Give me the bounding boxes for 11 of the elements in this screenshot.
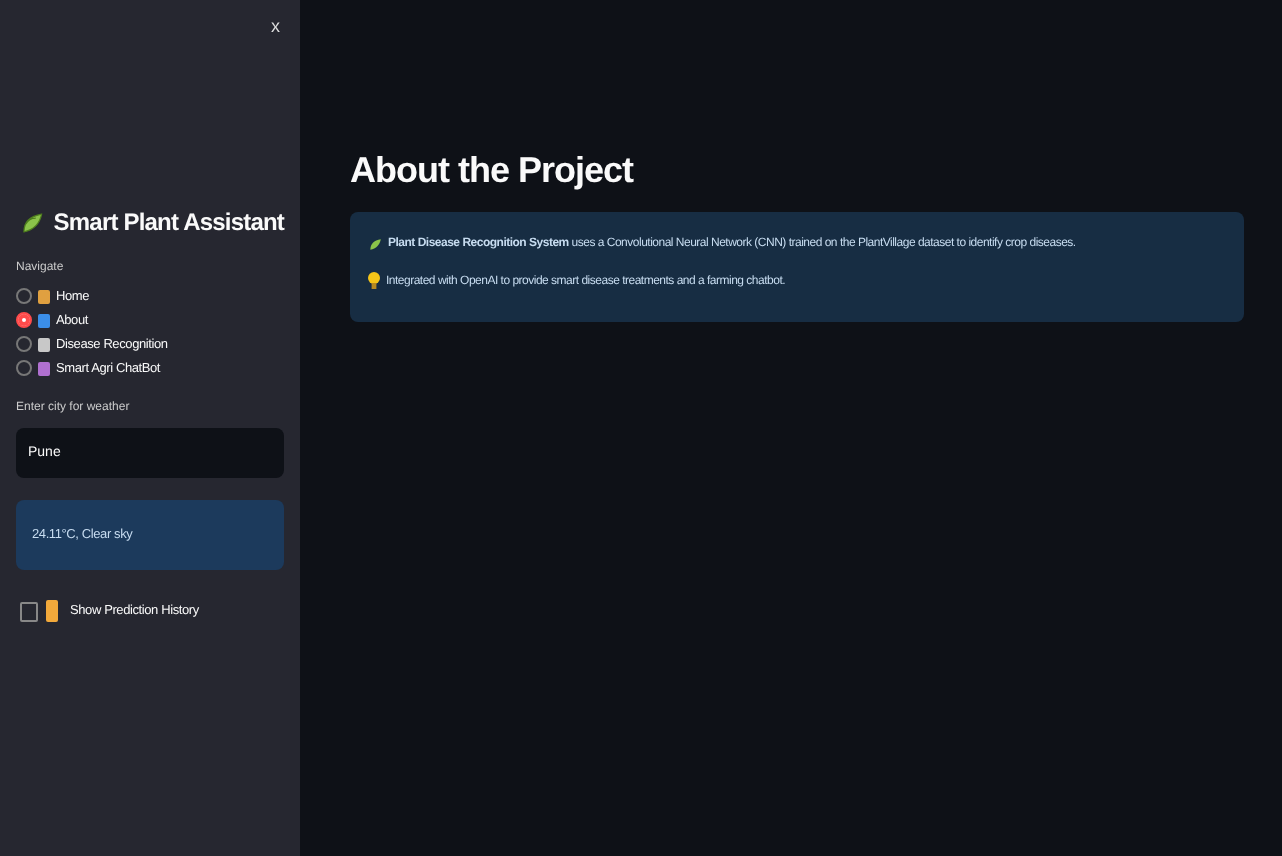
radio-button[interactable] [16, 288, 32, 304]
close-button[interactable]: x [267, 16, 284, 36]
checkbox[interactable] [20, 601, 38, 621]
page-heading: About the Project [350, 150, 636, 192]
leaf-icon [20, 210, 44, 234]
radio-button[interactable] [16, 360, 32, 376]
radio-button[interactable] [16, 312, 32, 328]
leaf-icon [368, 236, 382, 252]
lightbulb-icon [368, 272, 380, 290]
radio-button[interactable] [16, 336, 32, 352]
app-title: Smart Plant Assistant [53, 208, 284, 236]
